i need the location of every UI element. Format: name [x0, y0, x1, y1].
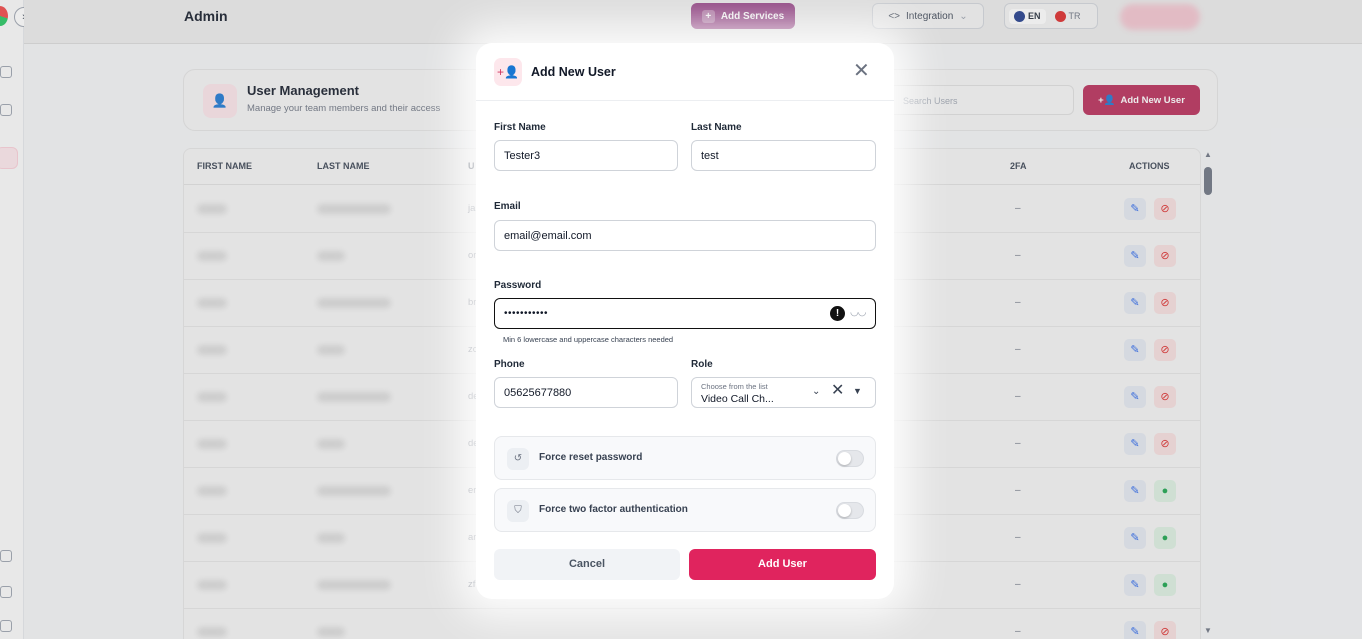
force-2fa-option: ⛉ Force two factor authentication — [494, 488, 876, 532]
last-name-field[interactable]: test — [691, 140, 876, 171]
force-reset-password-option: ↺ Force reset password — [494, 436, 876, 480]
role-select[interactable]: Choose from the list Video Call Ch... ⌄ … — [691, 377, 876, 408]
email-field[interactable]: email@email.com — [494, 220, 876, 251]
force-2fa-label: Force two factor authentication — [539, 504, 688, 515]
password-label: Password — [494, 280, 542, 291]
clear-icon[interactable]: ✕ — [831, 383, 844, 399]
close-icon[interactable]: ✕ — [853, 61, 870, 81]
password-value: ••••••••••• — [504, 308, 549, 319]
toggle-knob — [838, 452, 851, 465]
first-name-label: First Name — [494, 122, 546, 133]
add-user-button[interactable]: Add User — [689, 549, 876, 580]
email-label: Email — [494, 201, 521, 212]
force-reset-toggle[interactable] — [836, 450, 864, 467]
chevron-down-icon[interactable]: ⌄ — [812, 386, 820, 397]
eye-closed-icon[interactable]: ◡◡ — [850, 307, 866, 318]
password-field[interactable]: ••••••••••• ! ◡◡ — [494, 298, 876, 329]
role-value: Video Call Ch... — [701, 393, 774, 405]
warning-icon: ! — [830, 306, 845, 321]
add-user-icon: +👤 — [494, 58, 522, 86]
last-name-label: Last Name — [691, 122, 742, 133]
shield-icon: ⛉ — [507, 500, 529, 522]
toggle-knob — [838, 504, 851, 517]
phone-field[interactable]: 05625677880 — [494, 377, 678, 408]
caret-down-icon[interactable]: ▼ — [853, 386, 862, 396]
cancel-button[interactable]: Cancel — [494, 549, 680, 580]
first-name-field[interactable]: Tester3 — [494, 140, 678, 171]
add-new-user-dialog: +👤 Add New User ✕ First Name Tester3 Las… — [476, 43, 894, 599]
reset-icon: ↺ — [507, 448, 529, 470]
role-placeholder: Choose from the list — [701, 382, 768, 391]
role-label: Role — [691, 359, 713, 370]
dialog-title: Add New User — [531, 65, 616, 79]
force-reset-label: Force reset password — [539, 452, 643, 463]
password-hint: Min 6 lowercase and uppercase characters… — [503, 335, 674, 344]
dialog-header: +👤 Add New User ✕ — [476, 43, 894, 101]
force-2fa-toggle[interactable] — [836, 502, 864, 519]
phone-label: Phone — [494, 359, 525, 370]
